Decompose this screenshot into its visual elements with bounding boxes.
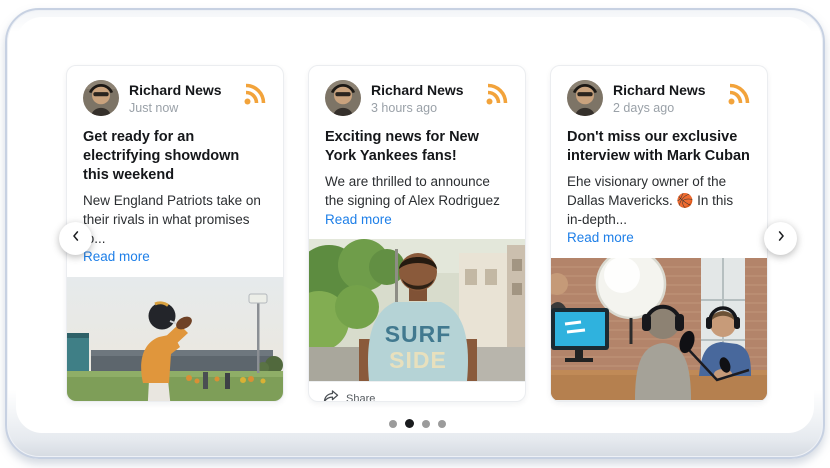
post-title: Don't miss our exclusive interview with … bbox=[567, 128, 751, 166]
read-more-link[interactable]: Read more bbox=[325, 211, 509, 230]
device-screen: Richard News Just now G bbox=[16, 17, 814, 433]
card-content: Richard News 2 days ago bbox=[551, 66, 767, 248]
share-arrow-icon bbox=[323, 389, 339, 402]
news-card: Richard News 3 hours ago bbox=[308, 65, 526, 402]
news-card: Richard News 2 days ago bbox=[550, 65, 768, 402]
avatar bbox=[83, 80, 119, 116]
author-block: Richard News Just now bbox=[129, 80, 233, 115]
card-header: Richard News 3 hours ago bbox=[325, 80, 509, 116]
carousel-dot-1[interactable] bbox=[405, 419, 414, 428]
rss-icon[interactable] bbox=[243, 82, 267, 106]
author-name: Richard News bbox=[129, 80, 233, 98]
card-content: Richard News Just now G bbox=[67, 66, 283, 267]
news-carousel: Richard News Just now G bbox=[66, 65, 768, 402]
card-header: Richard News Just now bbox=[83, 80, 267, 116]
chevron-right-icon bbox=[774, 229, 788, 248]
post-image-football bbox=[67, 277, 284, 402]
post-body: Ehe visionary owner of the Dallas Maveri… bbox=[567, 173, 751, 229]
carousel-dots bbox=[66, 419, 768, 428]
author-name: Richard News bbox=[613, 80, 717, 98]
carousel-prev-button[interactable] bbox=[59, 222, 92, 255]
carousel-dot-3[interactable] bbox=[438, 420, 446, 428]
rss-icon[interactable] bbox=[727, 82, 751, 106]
post-body: New England Patriots take on their rival… bbox=[83, 192, 267, 248]
avatar bbox=[567, 80, 603, 116]
tablet-device-frame: Richard News Just now G bbox=[5, 8, 825, 459]
post-image-podcast bbox=[551, 258, 768, 400]
share-button[interactable]: Share bbox=[551, 400, 767, 402]
author-block: Richard News 2 days ago bbox=[613, 80, 717, 115]
avatar bbox=[325, 80, 361, 116]
post-title: Exciting news for New York Yankees fans! bbox=[325, 128, 509, 166]
read-more-link[interactable]: Read more bbox=[83, 248, 267, 267]
carousel-dot-2[interactable] bbox=[422, 420, 430, 428]
author-name: Richard News bbox=[371, 80, 475, 98]
rss-icon[interactable] bbox=[485, 82, 509, 106]
share-label: Share bbox=[346, 393, 375, 402]
post-body: We are thrilled to announce the signing … bbox=[325, 173, 509, 210]
card-header: Richard News 2 days ago bbox=[567, 80, 751, 116]
post-timestamp: Just now bbox=[129, 101, 233, 115]
read-more-link[interactable]: Read more bbox=[567, 229, 751, 248]
share-button[interactable]: Share bbox=[309, 381, 525, 402]
chevron-left-icon bbox=[69, 229, 83, 248]
carousel-next-button[interactable] bbox=[764, 222, 797, 255]
tshirt-text-line2: SIDE bbox=[389, 347, 447, 373]
post-timestamp: 3 hours ago bbox=[371, 101, 475, 115]
card-content: Richard News 3 hours ago bbox=[309, 66, 525, 229]
tshirt-text-line1: SURF bbox=[385, 321, 452, 347]
post-title: Get ready for an electrifying showdown t… bbox=[83, 128, 267, 185]
post-image-surf-man: SURF SIDE bbox=[309, 239, 526, 381]
author-block: Richard News 3 hours ago bbox=[371, 80, 475, 115]
card-row: Richard News Just now G bbox=[66, 65, 768, 402]
news-card: Richard News Just now G bbox=[66, 65, 284, 402]
carousel-dot-0[interactable] bbox=[389, 420, 397, 428]
post-timestamp: 2 days ago bbox=[613, 101, 717, 115]
